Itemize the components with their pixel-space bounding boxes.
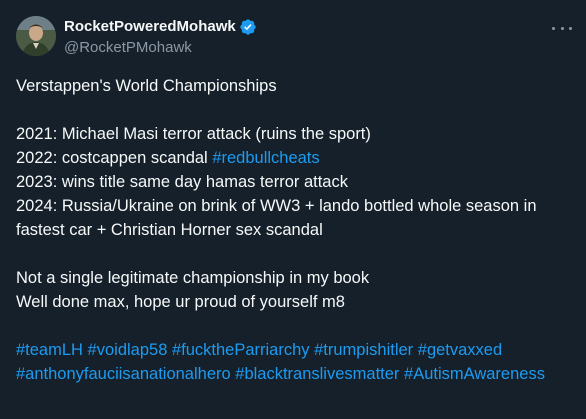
- tweet-line-2023: 2023: wins title same day hamas terror a…: [16, 173, 348, 191]
- name-row: RocketPoweredMohawk: [64, 17, 257, 37]
- hashtag-link[interactable]: #anthonyfauciisanationalhero: [16, 365, 231, 383]
- hashtag-link[interactable]: #AutismAwareness: [404, 365, 545, 383]
- more-horizontal-icon: [552, 26, 555, 30]
- hashtag-link[interactable]: #fucktheParriarchy: [172, 341, 310, 359]
- tweet-text: Verstappen's World Championships 2021: M…: [16, 74, 576, 386]
- tweet-closing-line-2: Well done max, hope ur proud of yourself…: [16, 293, 345, 311]
- more-horizontal-icon: [560, 26, 564, 30]
- author-display-name[interactable]: RocketPoweredMohawk: [64, 17, 236, 37]
- tweet-line-2022-text: 2022: costcappen scandal: [16, 149, 213, 167]
- verified-badge-icon[interactable]: [239, 18, 257, 36]
- hashtag-link[interactable]: #getvaxxed: [418, 341, 502, 359]
- tweet-line-2022: 2022: costcappen scandal #redbullcheats: [16, 146, 576, 170]
- more-options-button[interactable]: [552, 20, 572, 36]
- hashtag-link[interactable]: #voidlap58: [88, 341, 168, 359]
- tweet-card: RocketPoweredMohawk @RocketPMohawk Verst…: [0, 0, 586, 419]
- author-handle[interactable]: @RocketPMohawk: [64, 38, 257, 58]
- hashtag-link[interactable]: #teamLH: [16, 341, 83, 359]
- author-avatar[interactable]: [16, 16, 56, 56]
- tweet-header: RocketPoweredMohawk @RocketPMohawk: [64, 17, 257, 58]
- more-horizontal-icon: [569, 26, 572, 30]
- tweet-closing-line-1: Not a single legitimate championship in …: [16, 269, 370, 287]
- hashtag-link[interactable]: #blacktranslivesmatter: [235, 365, 399, 383]
- tweet-line-2024: 2024: Russia/Ukraine on brink of WW3 + l…: [16, 197, 537, 239]
- tweet-title-line: Verstappen's World Championships: [16, 77, 277, 95]
- hashtag-link[interactable]: #trumpishitler: [314, 341, 413, 359]
- tweet-line-2021: 2021: Michael Masi terror attack (ruins …: [16, 125, 371, 143]
- hashtag-link[interactable]: #redbullcheats: [212, 149, 319, 167]
- avatar-photo-icon: [16, 16, 56, 56]
- hashtag-list: #teamLH #voidlap58 #fucktheParriarchy #t…: [16, 338, 576, 386]
